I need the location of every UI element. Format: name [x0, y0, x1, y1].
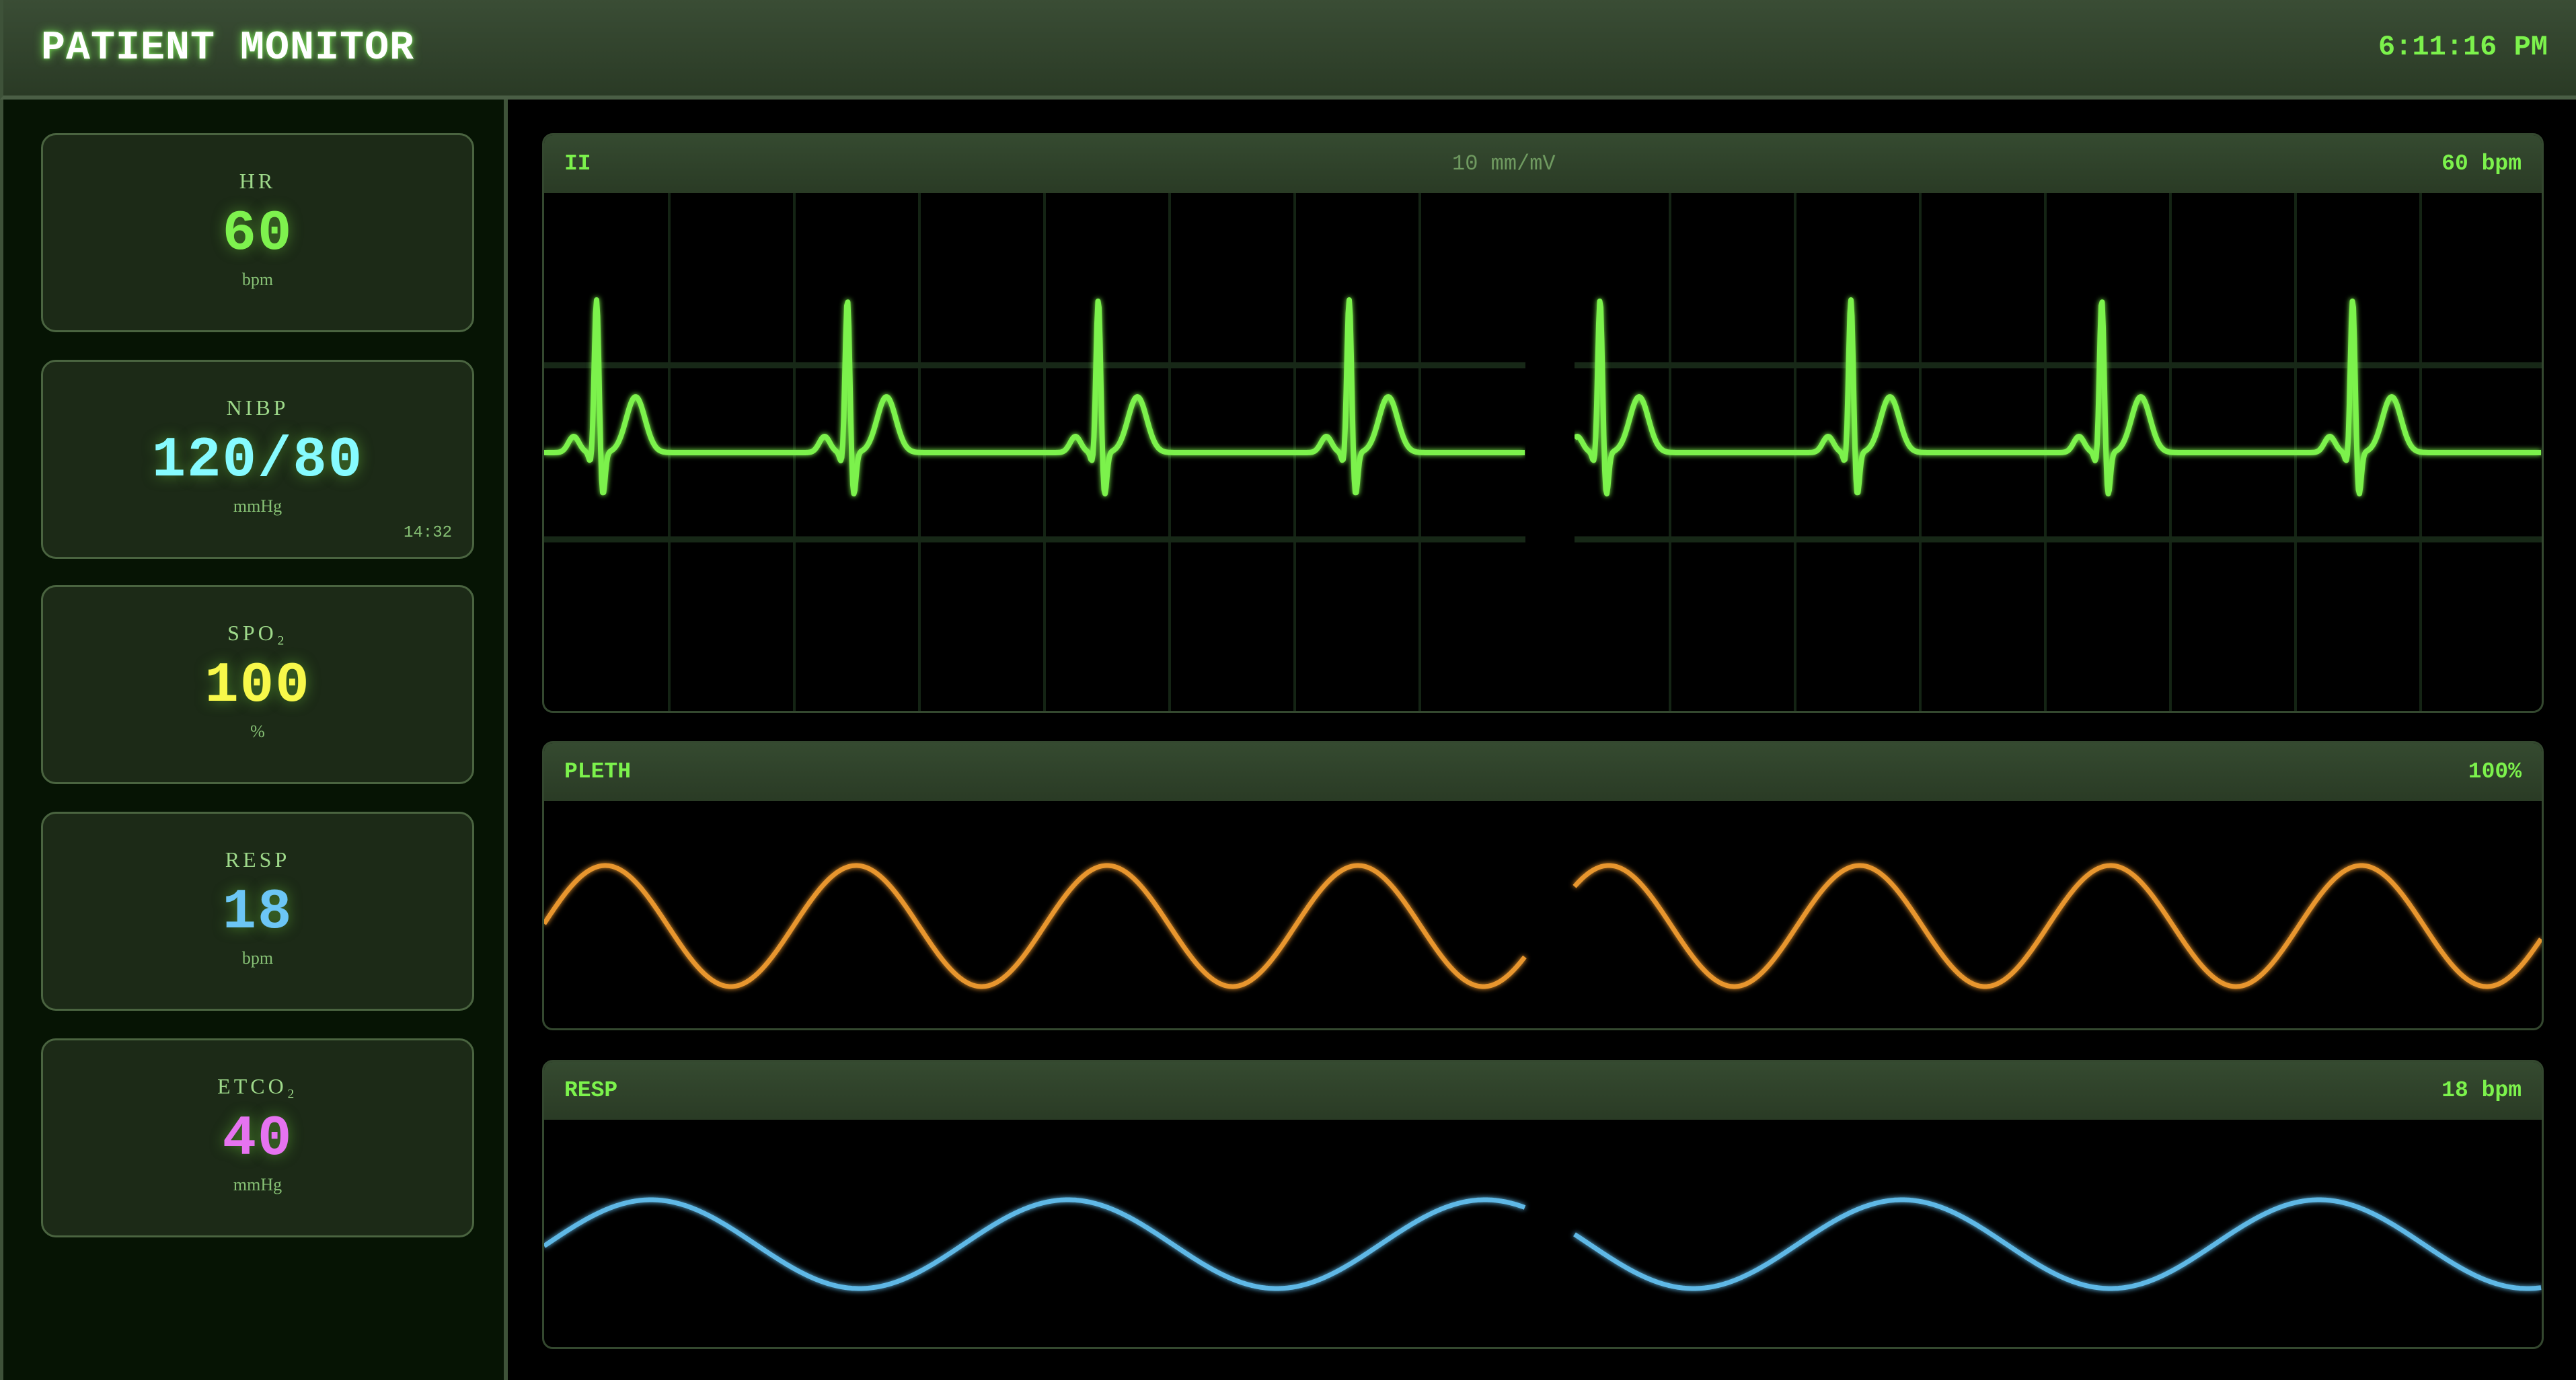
vital-label: RESP	[43, 847, 472, 872]
vital-card-nibp[interactable]: NIBP 120/80 mmHg 14:32	[41, 360, 474, 559]
vital-unit: bpm	[43, 270, 472, 290]
resp-panel-header: RESP 18 bpm	[544, 1062, 2542, 1120]
resp-waveform-svg	[544, 1120, 2542, 1347]
pleth-panel: PLETH 100%	[542, 741, 2544, 1030]
vital-value: 100	[43, 654, 472, 718]
resp-waveform	[544, 1120, 2542, 1347]
sweep-gap	[1525, 193, 1575, 711]
clock: 6:11:16 PM	[2378, 31, 2548, 63]
pleth-label: PLETH	[564, 759, 631, 784]
trace-old-segment	[544, 1200, 1525, 1289]
vital-value: 40	[43, 1108, 472, 1172]
pleth-waveform	[544, 801, 2542, 1028]
vital-value: 60	[43, 202, 472, 266]
trace-new-segment	[1575, 866, 2541, 987]
vital-label: SPO₂	[43, 621, 472, 646]
pleth-readout: 100%	[2468, 759, 2522, 784]
ecg-panel-header: II 10 mm/mV 60 bpm	[544, 135, 2542, 193]
resp-panel: RESP 18 bpm	[542, 1060, 2544, 1349]
ecg-panel: II 10 mm/mV 60 bpm	[542, 133, 2544, 713]
trace-new-segment	[1575, 300, 2541, 494]
ecg-waveform	[544, 193, 2542, 711]
vitals-sidebar: HR 60 bpm NIBP 120/80 mmHg 14:32 SPO₂ 10…	[0, 100, 508, 1380]
vital-card-spo2[interactable]: SPO₂ 100 %	[41, 585, 474, 784]
ecg-lead-label: II	[564, 151, 591, 176]
vital-label: NIBP	[43, 395, 472, 420]
vital-unit: %	[43, 722, 472, 742]
trace-new-segment	[1575, 1200, 2541, 1289]
resp-label: RESP	[564, 1078, 617, 1103]
nibp-timestamp: 14:32	[404, 524, 452, 542]
app-title: PATIENT MONITOR	[41, 26, 414, 71]
vital-unit: mmHg	[43, 1175, 472, 1195]
ecg-scale: 10 mm/mV	[1452, 151, 1556, 176]
vital-value: 18	[43, 881, 472, 945]
vital-unit: bpm	[43, 948, 472, 968]
vital-value: 120/80	[43, 429, 472, 493]
resp-readout: 18 bpm	[2441, 1078, 2522, 1103]
vital-card-hr[interactable]: HR 60 bpm	[41, 133, 474, 332]
vital-label: HR	[43, 169, 472, 194]
vital-card-etco2[interactable]: ETCO₂ 40 mmHg	[41, 1038, 474, 1237]
trace-old-segment	[544, 866, 1525, 987]
ecg-waveform-svg	[544, 193, 2542, 711]
top-bar: PATIENT MONITOR 6:11:16 PM	[0, 0, 2576, 100]
ecg-readout: 60 bpm	[2441, 151, 2522, 176]
pleth-waveform-svg	[544, 801, 2542, 1028]
pleth-panel-header: PLETH 100%	[544, 743, 2542, 801]
vital-label: ETCO₂	[43, 1074, 472, 1099]
vital-unit: mmHg	[43, 496, 472, 516]
vital-card-resp[interactable]: RESP 18 bpm	[41, 812, 474, 1011]
trace-old-segment	[544, 300, 1525, 494]
